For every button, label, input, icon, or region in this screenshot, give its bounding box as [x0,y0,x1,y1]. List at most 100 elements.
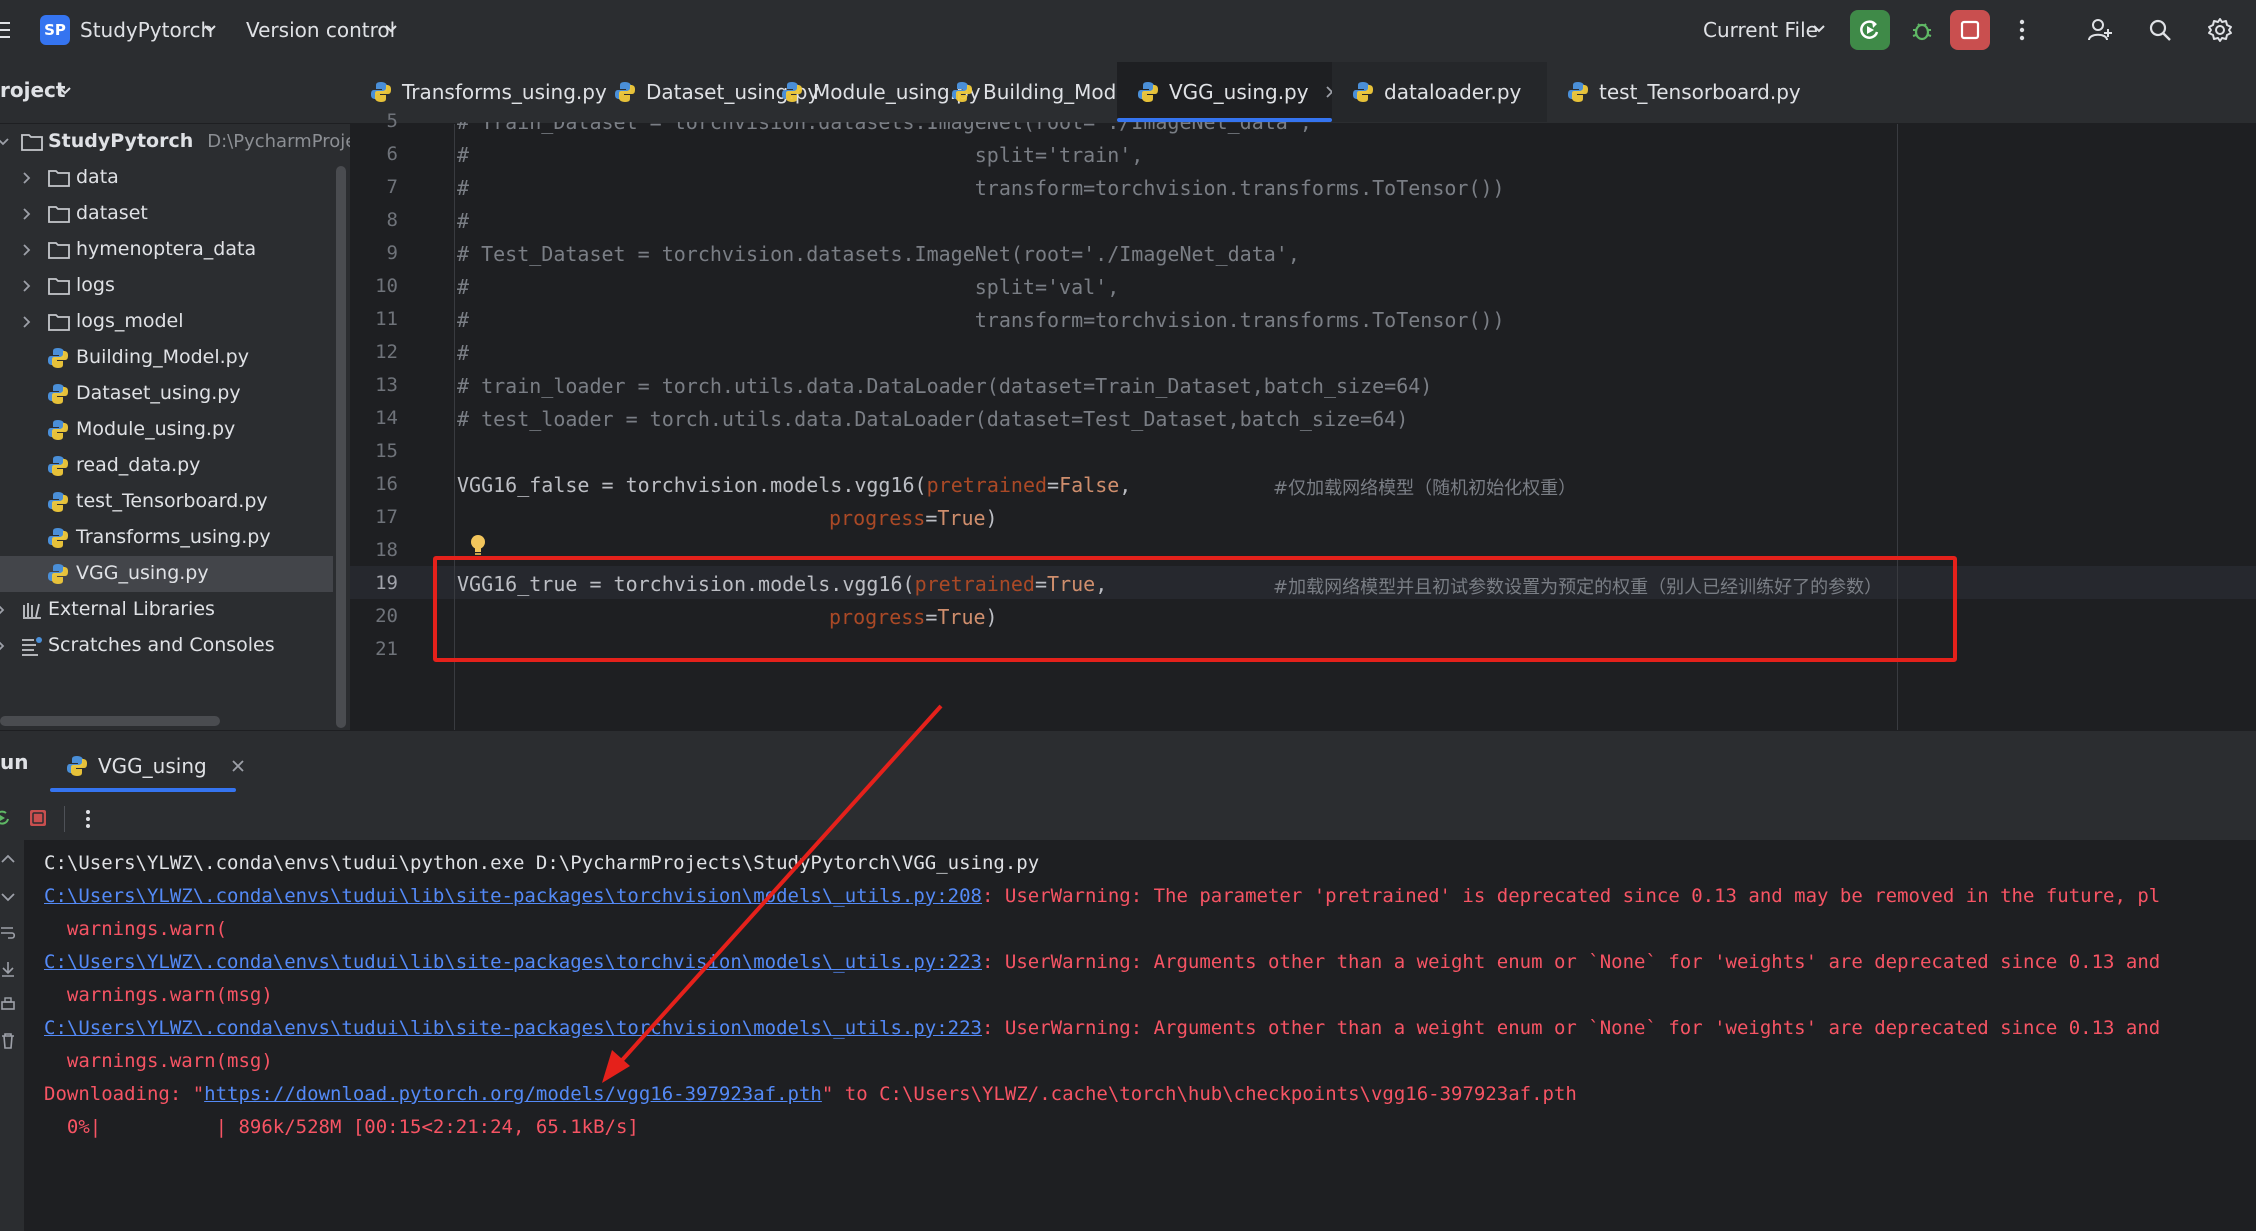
tree-item-label: read_data.py [76,454,201,476]
project-tree: StudyPytorch D:\PycharmProjects\ data dat… [0,124,389,730]
print-icon[interactable] [0,996,16,1014]
more-actions-button[interactable] [2004,10,2040,50]
chevron-right-icon[interactable] [0,639,8,653]
stop-button[interactable] [1950,10,1990,50]
line-number: 5 [386,110,398,132]
chevron-right-icon[interactable] [20,315,34,329]
python-file-icon [47,347,71,369]
lightbulb-icon[interactable] [468,533,488,557]
code-keyword: False [1059,473,1120,497]
run-toolbar [0,796,2256,840]
line-number: 12 [375,341,398,363]
chevron-down-icon[interactable] [203,22,217,36]
rerun-icon[interactable] [0,808,12,828]
gear-icon [2208,18,2232,42]
chevron-right-icon[interactable] [0,603,8,617]
version-control-menu[interactable]: Version control [246,16,395,44]
code-line: # split='val', [457,275,1120,299]
tree-item-label: hymenoptera_data [76,238,257,260]
console-text: " to C:\Users\YLWZ/.cache\torch\hub\chec… [821,1083,1577,1105]
more-vertical-icon[interactable] [80,806,96,832]
line-number: 13 [375,374,398,396]
console-line: C:\Users\YLWZ\.conda\envs\tudui\lib\site… [44,885,2160,907]
code-kwarg: progress [829,506,926,530]
project-tree-scrollbar[interactable] [336,166,346,728]
rerun-button[interactable] [1850,10,1890,50]
console-progress-line: 0%| | 896k/528M [00:15<2:21:24, 65.1kB/s… [44,1116,639,1138]
chevron-down-icon[interactable] [0,135,10,149]
folder-icon [47,275,71,297]
tab-dataset-using[interactable]: Dataset_using.py [594,62,819,122]
tab-vgg-using[interactable]: VGG_using.py [1117,62,1338,122]
close-icon[interactable] [231,759,245,773]
arrow-down-icon[interactable] [0,888,16,906]
chevron-down-icon[interactable] [384,22,398,36]
code-with-me-button[interactable] [2080,10,2120,50]
tab-building-model[interactable]: Building_Model.py [931,62,1165,122]
tree-item-label: Transforms_using.py [76,526,271,548]
run-tab-indicator [50,788,236,792]
project-switcher[interactable]: StudyPytorch [80,16,213,44]
tree-file[interactable]: test_Tensorboard.py [0,484,333,520]
code-text: VGG16_false = torchvision.models.vgg16( [457,473,927,497]
code-line-16: VGG16_false = torchvision.models.vgg16(p… [457,473,1131,497]
tree-folder[interactable]: logs [0,268,333,304]
tree-folder[interactable]: dataset [0,196,333,232]
tree-file[interactable]: read_data.py [0,448,333,484]
tree-folder[interactable]: hymenoptera_data [0,232,333,268]
scroll-to-end-icon[interactable] [0,960,16,978]
tab-module-using[interactable]: Module_using.py [761,62,981,122]
settings-button[interactable] [2200,10,2240,50]
tree-external-libraries[interactable]: External Libraries [0,592,333,628]
console-download-link[interactable]: https://download.pytorch.org/models/vgg1… [204,1083,822,1105]
project-badge[interactable]: SP [40,15,70,45]
tab-label: Transforms_using.py [402,80,607,104]
arrow-up-icon[interactable] [0,852,16,870]
tree-file[interactable]: Building_Model.py [0,340,333,376]
tab-label: VGG_using.py [1169,80,1309,104]
tree-folder[interactable]: data [0,160,333,196]
chevron-right-icon[interactable] [20,279,34,293]
chevron-right-icon[interactable] [20,171,34,185]
debug-button[interactable] [1902,10,1942,50]
stop-icon[interactable] [28,808,48,828]
tree-file[interactable]: Module_using.py [0,412,333,448]
tab-test-tensorboard[interactable]: test_Tensorboard.py [1547,62,1801,122]
scratches-icon [20,635,44,657]
search-everywhere-button[interactable] [2140,10,2180,50]
console-file-link[interactable]: C:\Users\YLWZ\.conda\envs\tudui\lib\site… [44,885,982,907]
folder-icon [47,167,71,189]
python-file-icon [66,755,88,777]
tree-folder[interactable]: logs_model [0,304,333,340]
tab-dataloader[interactable]: dataloader.py [1332,62,1547,122]
tree-scratches[interactable]: Scratches and Consoles [0,628,333,664]
tree-root[interactable]: StudyPytorch D:\PycharmProjects\ [0,124,389,160]
chevron-down-icon[interactable] [1812,22,1826,36]
tree-file-selected[interactable]: VGG_using.py [0,556,333,592]
line-number: 21 [375,638,398,660]
project-tool-window-title[interactable]: roject [0,78,65,102]
soft-wrap-icon[interactable] [0,924,16,942]
tree-root-label: StudyPytorch [48,130,194,152]
python-file-icon [781,81,803,103]
main-menu-icon[interactable] [0,18,14,42]
folder-icon [47,203,71,225]
console-file-link[interactable]: C:\Users\YLWZ\.conda\envs\tudui\lib\site… [44,951,982,973]
run-configuration-selector[interactable]: Current File [1703,16,1818,44]
chevron-right-icon[interactable] [20,243,34,257]
tree-item-label: logs [76,274,115,296]
line-number: 9 [386,242,398,264]
project-tree-hscrollbar[interactable] [0,716,220,726]
tree-file[interactable]: Dataset_using.py [0,376,333,412]
console-file-link[interactable]: C:\Users\YLWZ\.conda\envs\tudui\lib\site… [44,1017,982,1039]
toolbar-separator [64,806,65,832]
tree-item-label: test_Tensorboard.py [76,490,268,512]
run-tab-vgg-using[interactable]: VGG_using [50,742,245,790]
chevron-down-icon[interactable] [58,84,72,98]
tree-file[interactable]: Transforms_using.py [0,520,333,556]
trash-icon[interactable] [0,1032,16,1050]
chevron-right-icon[interactable] [20,207,34,221]
line-number: 14 [375,407,398,429]
tree-item-label: VGG_using.py [76,562,209,584]
tree-item-label: logs_model [76,310,184,332]
